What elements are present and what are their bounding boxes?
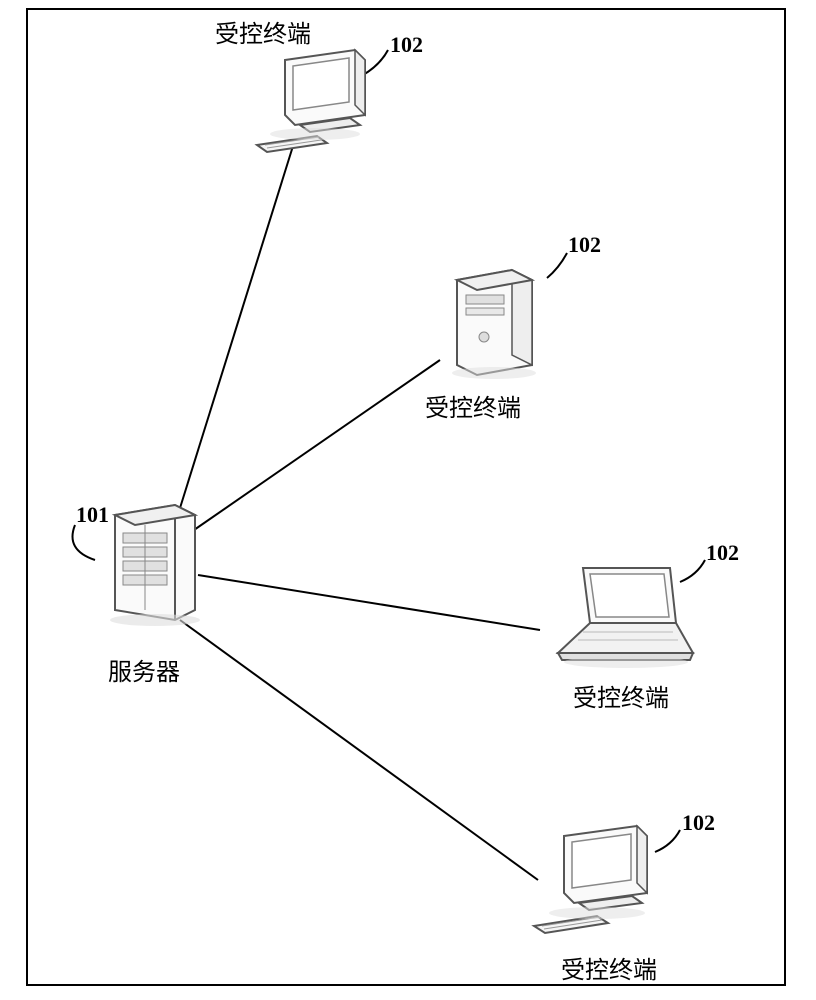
terminal-laptop-label: 受控终端	[573, 678, 669, 713]
terminal-tower-ref: 102	[568, 232, 601, 258]
server-icon	[95, 495, 205, 630]
server-label: 服务器	[108, 652, 180, 687]
desktop-icon	[522, 818, 662, 953]
terminal-tower-label: 受控终端	[425, 388, 521, 423]
tower-pc-icon	[432, 255, 552, 385]
desktop-icon	[245, 40, 380, 170]
terminal-top-ref: 102	[390, 32, 423, 58]
terminal-laptop-ref: 102	[706, 540, 739, 566]
network-diagram: 服务器 101 受控终端 102 受控终端 102	[0, 0, 816, 1000]
laptop-icon	[538, 558, 698, 673]
terminal-top-label: 受控终端	[215, 14, 311, 49]
server-ref: 101	[76, 502, 109, 528]
terminal-bottom-label: 受控终端	[561, 950, 657, 985]
terminal-bottom-ref: 102	[682, 810, 715, 836]
